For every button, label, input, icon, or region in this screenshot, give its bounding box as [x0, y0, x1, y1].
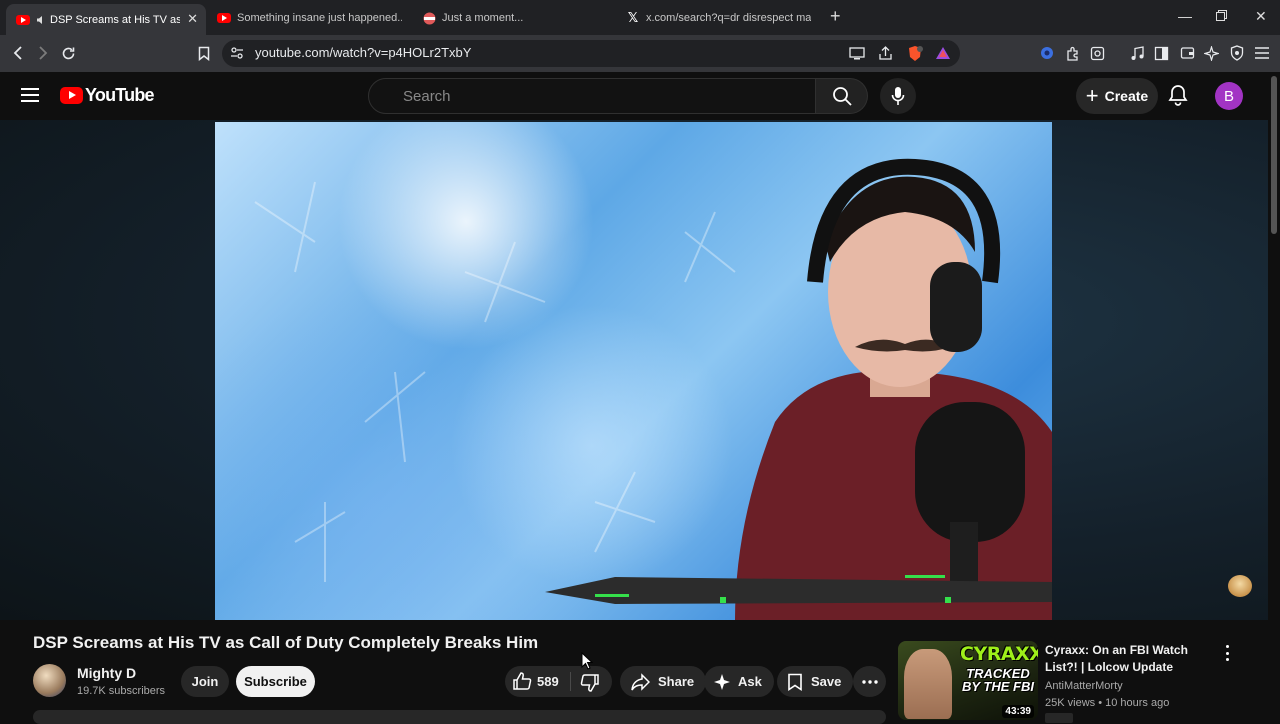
video-duration: 43:39 [1002, 705, 1034, 718]
vpn-icon[interactable] [1037, 43, 1057, 63]
tab-youtube-2[interactable]: Something insane just happened.. - Y [217, 4, 407, 32]
new-badge [1045, 713, 1073, 723]
like-separator [570, 672, 571, 691]
join-button[interactable]: Join [181, 666, 229, 697]
share-icon [631, 672, 650, 691]
thumbs-up-icon [513, 672, 532, 690]
back-icon[interactable] [8, 43, 28, 63]
recommended-video-meta: 25K views • 10 hours ago [1045, 697, 1170, 709]
youtube-favicon-icon [16, 13, 30, 27]
share-button[interactable]: Share [620, 666, 707, 697]
minimize-icon[interactable]: — [1178, 8, 1192, 24]
save-icon [788, 673, 802, 691]
mouse-cursor-icon [581, 652, 593, 670]
globe-favicon-icon [422, 11, 436, 25]
youtube-logo[interactable]: YouTube [60, 85, 155, 106]
x-favicon-icon: 𝕏 [627, 10, 639, 25]
search-button[interactable] [816, 78, 868, 114]
video-player[interactable] [215, 122, 1052, 620]
search-box[interactable] [368, 78, 816, 114]
youtube-favicon-icon [217, 11, 231, 25]
close-window-icon[interactable]: ✕ [1255, 8, 1267, 25]
thumbnail-text-1: CYRAXX [960, 643, 1038, 665]
browser-tab-bar: DSP Screams at His TV as Cal ✕ Something… [0, 0, 1280, 35]
speaker-icon [36, 13, 46, 27]
scrollbar-thumb[interactable] [1271, 76, 1277, 234]
guide-menu-icon[interactable] [21, 88, 39, 102]
vpn-shield-icon[interactable] [1227, 43, 1247, 63]
tab-active[interactable]: DSP Screams at His TV as Cal ✕ [6, 4, 206, 35]
share-page-icon[interactable] [875, 43, 895, 63]
ask-button[interactable]: Ask [704, 666, 774, 697]
tab-title: Something insane just happened.. - Y [237, 12, 402, 24]
page-scrollbar[interactable] [1268, 72, 1280, 720]
tab-title: DSP Screams at His TV as Cal [50, 13, 180, 26]
music-icon[interactable] [1127, 43, 1147, 63]
sparkle-icon [714, 673, 730, 690]
video-frame-streamer [254, 158, 1052, 620]
brave-shields-icon[interactable] [905, 43, 925, 63]
subscriber-count: 19.7K subscribers [77, 685, 166, 697]
thumbnail-text-2: TRACKED BY THE FBI [962, 666, 1034, 694]
leo-ai-icon[interactable] [1201, 43, 1221, 63]
close-tab-icon[interactable]: ✕ [187, 11, 198, 27]
voice-search-button[interactable] [880, 78, 916, 114]
tab-x-search[interactable]: 𝕏 x.com/search?q=dr disrespect madu [626, 4, 816, 32]
more-horizontal-icon [861, 679, 878, 684]
bookmark-icon[interactable] [194, 43, 214, 63]
forward-icon[interactable] [33, 43, 53, 63]
new-tab-icon[interactable]: + [830, 6, 841, 27]
extensions-icon[interactable] [1063, 43, 1083, 63]
video-title: DSP Screams at His TV as Call of Duty Co… [33, 633, 539, 652]
wallet-icon[interactable] [1177, 43, 1197, 63]
recommended-video-title[interactable]: Cyraxx: On an FBI Watch List?! | Lolcow … [1045, 642, 1217, 676]
tab-title: x.com/search?q=dr disrespect madu [646, 12, 811, 24]
save-button[interactable]: Save [777, 666, 854, 697]
site-settings-icon[interactable] [227, 43, 247, 63]
subscribe-button[interactable]: Subscribe [236, 666, 315, 697]
create-button[interactable]: + Create [1076, 78, 1158, 114]
description-box[interactable] [33, 710, 886, 724]
recommended-video-thumbnail[interactable]: CYRAXX TRACKED BY THE FBI 43:39 [898, 641, 1038, 720]
channel-avatar[interactable] [33, 664, 66, 697]
youtube-play-icon [60, 87, 83, 104]
plus-icon: + [1085, 83, 1099, 108]
search-icon [832, 87, 852, 106]
reload-icon[interactable] [58, 43, 78, 63]
dislike-button[interactable] [580, 673, 600, 693]
recommended-video-menu-icon[interactable] [1220, 645, 1234, 661]
restore-icon[interactable] [1216, 8, 1227, 24]
tab-just-a-moment[interactable]: Just a moment... [422, 4, 612, 32]
floating-mascot-icon[interactable] [1228, 575, 1252, 597]
screenshot-icon[interactable] [1087, 43, 1107, 63]
thumbs-down-icon [580, 674, 599, 692]
notifications-bell-icon[interactable] [1168, 84, 1188, 111]
channel-name[interactable]: Mighty D [77, 665, 136, 681]
url-text[interactable]: youtube.com/watch?v=p4HOLr2TxbY [255, 45, 471, 60]
mic-icon [891, 87, 905, 105]
search-input[interactable] [369, 79, 815, 113]
account-avatar[interactable]: B [1215, 82, 1243, 110]
browser-menu-icon[interactable] [1252, 43, 1272, 63]
cast-icon[interactable] [847, 43, 867, 63]
sidebar-icon[interactable] [1151, 43, 1171, 63]
brave-rewards-icon[interactable] [933, 43, 953, 63]
like-count: 589 [537, 674, 559, 689]
tab-title: Just a moment... [442, 12, 524, 24]
more-actions-button[interactable] [853, 666, 886, 697]
recommended-video-channel[interactable]: AntiMatterMorty [1045, 680, 1123, 692]
thumbnail-face [904, 649, 952, 719]
like-button[interactable] [512, 671, 532, 691]
